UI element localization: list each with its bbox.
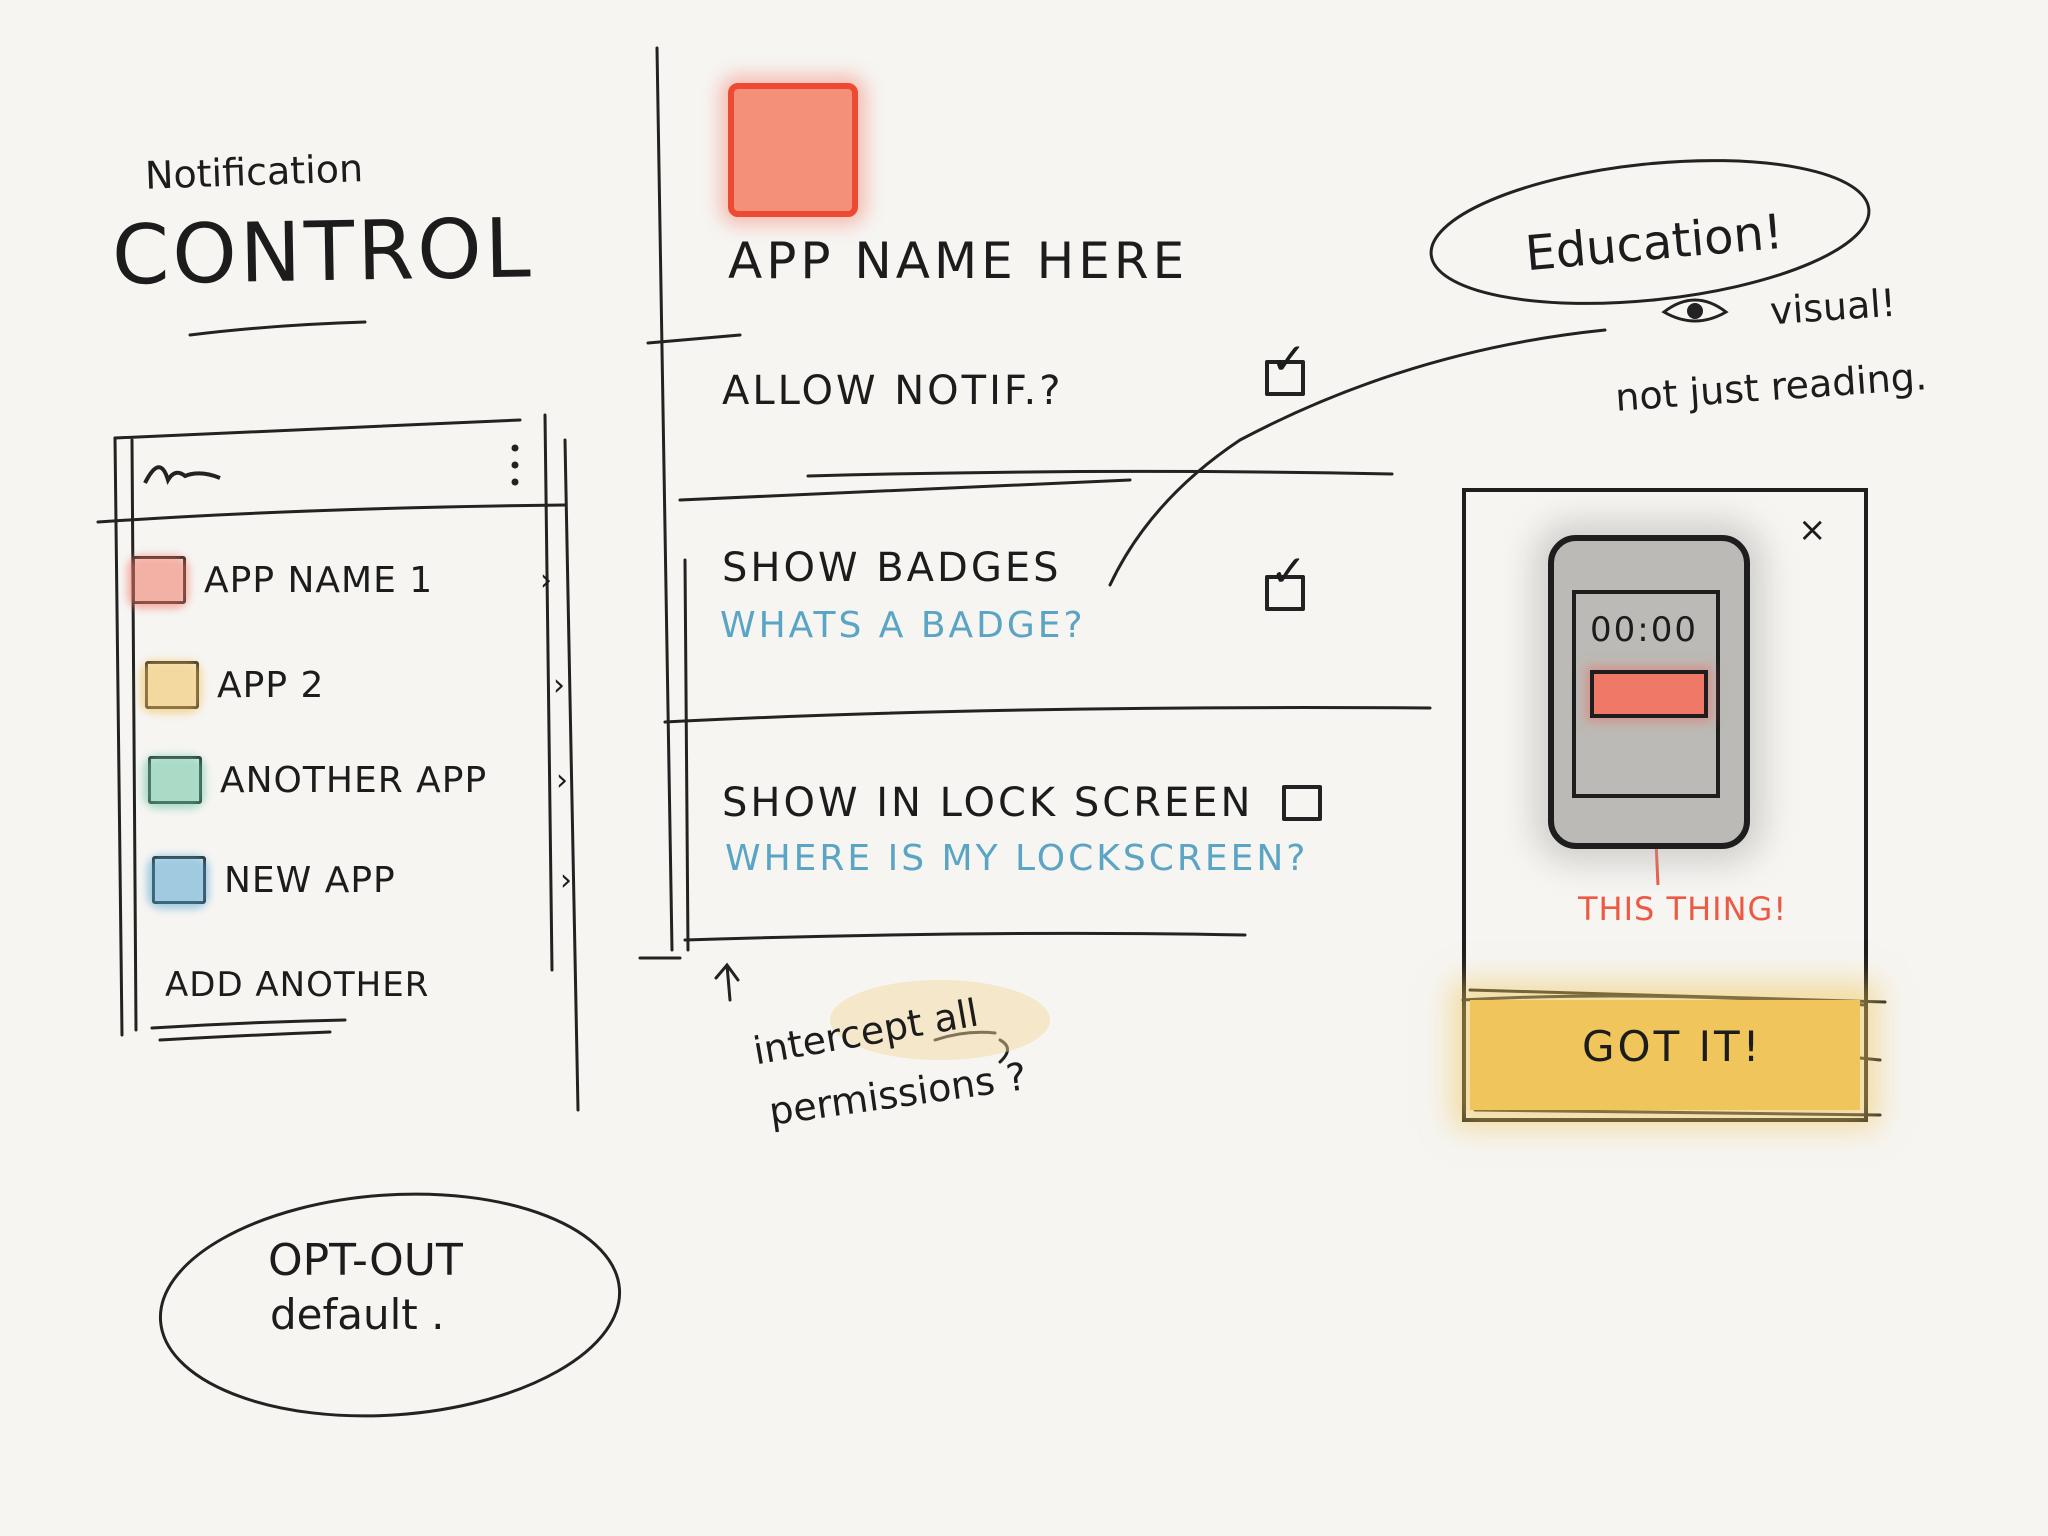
app-color-swatch: [132, 556, 186, 604]
chevron-right-icon: ›: [540, 562, 552, 598]
opt-out-note: OPT-OUT: [268, 1235, 463, 1286]
chevron-right-icon: ›: [560, 862, 572, 898]
this-thing-label: THIS THING!: [1578, 890, 1788, 928]
chevron-right-icon: ›: [553, 667, 565, 703]
app-name: APP NAME 1: [204, 559, 434, 601]
notification-highlight: [1590, 670, 1708, 718]
page-title: CONTROL: [111, 201, 535, 304]
app-icon: [728, 83, 858, 217]
app-color-swatch: [145, 661, 199, 709]
lock-screen-checkbox[interactable]: [1282, 785, 1322, 821]
app-list-item[interactable]: NEW APP ›: [152, 845, 572, 915]
badge-help-link[interactable]: WHATS A BADGE?: [720, 605, 1086, 646]
opt-out-note-default: default .: [270, 1290, 445, 1339]
intercept-note: intercept all: [749, 990, 982, 1074]
app-name: APP 2: [217, 664, 325, 706]
app-name: NEW APP: [224, 859, 396, 901]
setting-label-allow-notifications: ALLOW NOTIF.?: [722, 368, 1064, 414]
check-icon: ✓: [1270, 546, 1307, 597]
app-color-swatch: [152, 856, 206, 904]
check-icon: ✓: [1270, 334, 1307, 385]
education-label: Education!: [1523, 203, 1786, 283]
app-list-item[interactable]: APP NAME 1 ›: [132, 545, 552, 615]
lockscreen-help-link[interactable]: WHERE IS MY LOCKSCREEN?: [725, 838, 1308, 879]
chevron-right-icon: ›: [556, 762, 568, 798]
reading-note: not just reading.: [1613, 354, 1929, 420]
app-title: APP NAME HERE: [728, 232, 1189, 290]
kebab-menu-icon[interactable]: [508, 442, 522, 490]
eye-icon: [1660, 290, 1730, 330]
app-name: ANOTHER APP: [220, 759, 488, 801]
app-color-swatch: [148, 756, 202, 804]
logo-icon: [140, 448, 280, 488]
intercept-note-permissions: permissions ?: [766, 1054, 1030, 1134]
app-list-item[interactable]: ANOTHER APP ›: [148, 745, 568, 815]
setting-label-lock-screen: SHOW IN LOCK SCREEN: [722, 780, 1254, 826]
page-subtitle: Notification: [144, 146, 364, 198]
add-another-link[interactable]: ADD ANOTHER: [165, 965, 429, 1005]
app-list-item[interactable]: APP 2 ›: [145, 650, 565, 720]
visual-note: visual!: [1768, 280, 1898, 334]
phone-clock: 00:00: [1590, 610, 1698, 650]
got-it-label: GOT IT!: [1582, 1022, 1763, 1071]
setting-label-show-badges: SHOW BADGES: [722, 545, 1062, 591]
close-icon[interactable]: ×: [1798, 510, 1827, 550]
